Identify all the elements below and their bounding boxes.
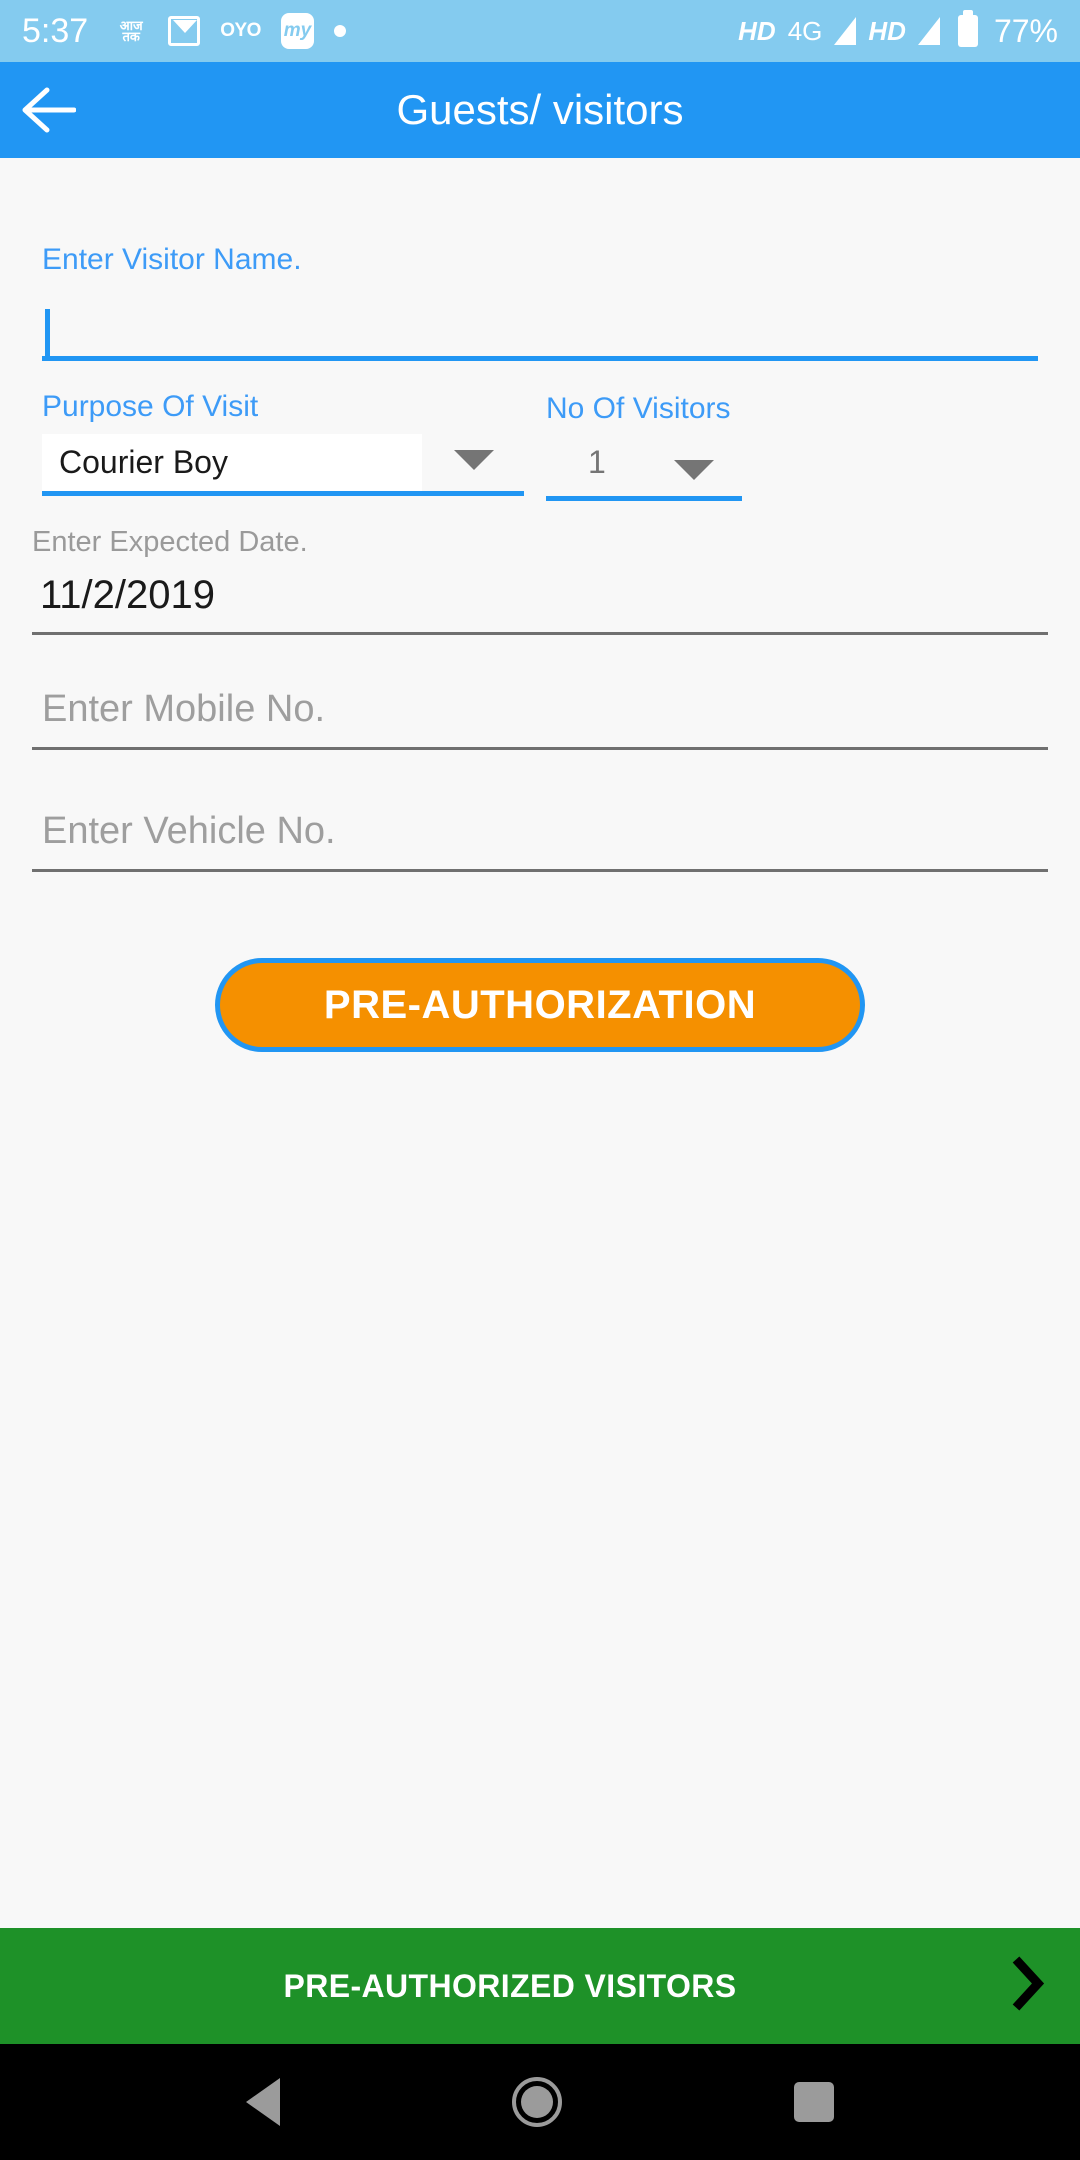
visitor-name-input[interactable]	[42, 303, 1038, 361]
form-body: Enter Visitor Name. Purpose Of Visit Cou…	[0, 158, 1080, 1928]
pre-authorized-visitors-bar[interactable]: PRE-AUTHORIZED VISITORS	[0, 1928, 1080, 2044]
battery-percent: 77%	[993, 12, 1058, 49]
gmail-icon	[168, 16, 201, 46]
back-button[interactable]	[0, 62, 96, 158]
field-expected-date: Enter Expected Date. 11/2/2019	[32, 526, 1048, 635]
chevron-down-icon	[454, 450, 494, 470]
hd-label-2: HD	[868, 15, 906, 46]
phone-screen: 5:37 आज तक OYO my HD 4G HD 77% Guests/ vi…	[0, 0, 1080, 2160]
text-caret	[45, 309, 50, 357]
app-bar: Guests/ visitors	[0, 62, 1080, 158]
pre-authorization-button[interactable]: PRE-AUTHORIZATION	[215, 958, 865, 1052]
purpose-label: Purpose Of Visit	[42, 390, 259, 423]
page-title: Guests/ visitors	[396, 86, 684, 133]
dot-icon	[333, 25, 346, 37]
purpose-visitors-row: Purpose Of Visit Courier Boy No Of Visit…	[0, 390, 1080, 510]
field-vehicle-no: Enter Vehicle No.	[32, 810, 1048, 872]
status-time: 5:37	[22, 11, 89, 50]
aajtak-icon: आज तक	[119, 18, 143, 44]
nav-home-button[interactable]	[512, 2077, 562, 2127]
field-mobile-no: Enter Mobile No.	[32, 688, 1048, 750]
vehicle-no-input[interactable]: Enter Vehicle No.	[32, 810, 1048, 872]
visitors-selected-value: 1	[588, 444, 606, 480]
nav-back-button[interactable]	[246, 2078, 280, 2126]
oyo-icon: OYO	[220, 20, 261, 41]
signal-icon-2	[917, 17, 940, 45]
signal-icon-1	[834, 17, 857, 45]
purpose-dropdown[interactable]: Courier Boy	[42, 434, 524, 496]
visitor-name-label: Enter Visitor Name.	[42, 243, 302, 276]
battery-icon	[957, 10, 978, 47]
expected-date-label: Enter Expected Date.	[32, 526, 308, 558]
submit-button-wrapper: PRE-AUTHORIZATION	[0, 958, 1080, 1052]
field-visitor-name: Enter Visitor Name.	[42, 243, 1038, 361]
visitors-label: No Of Visitors	[546, 392, 731, 425]
arrow-left-icon	[22, 87, 76, 133]
my-icon: my	[280, 13, 314, 49]
mobile-no-input[interactable]: Enter Mobile No.	[32, 688, 1048, 750]
chevron-down-icon	[674, 460, 714, 480]
status-bar: 5:37 आज तक OYO my HD 4G HD 77%	[0, 0, 1080, 62]
status-app-icons: आज तक OYO my	[114, 13, 346, 49]
visitors-dropdown[interactable]: 1	[546, 438, 742, 501]
pre-authorized-visitors-label: PRE-AUTHORIZED VISITORS	[283, 1967, 737, 2004]
expected-date-input[interactable]: 11/2/2019	[32, 571, 1048, 635]
status-indicators: HD 4G HD 77%	[738, 10, 1058, 50]
chevron-right-icon	[1008, 1955, 1046, 2018]
hd-label-1: HD	[738, 15, 776, 46]
android-nav-bar	[0, 2044, 1080, 2160]
nav-recents-button[interactable]	[794, 2082, 834, 2122]
purpose-selected-value: Courier Boy	[42, 434, 422, 491]
network-type-label: 4G	[787, 15, 823, 46]
